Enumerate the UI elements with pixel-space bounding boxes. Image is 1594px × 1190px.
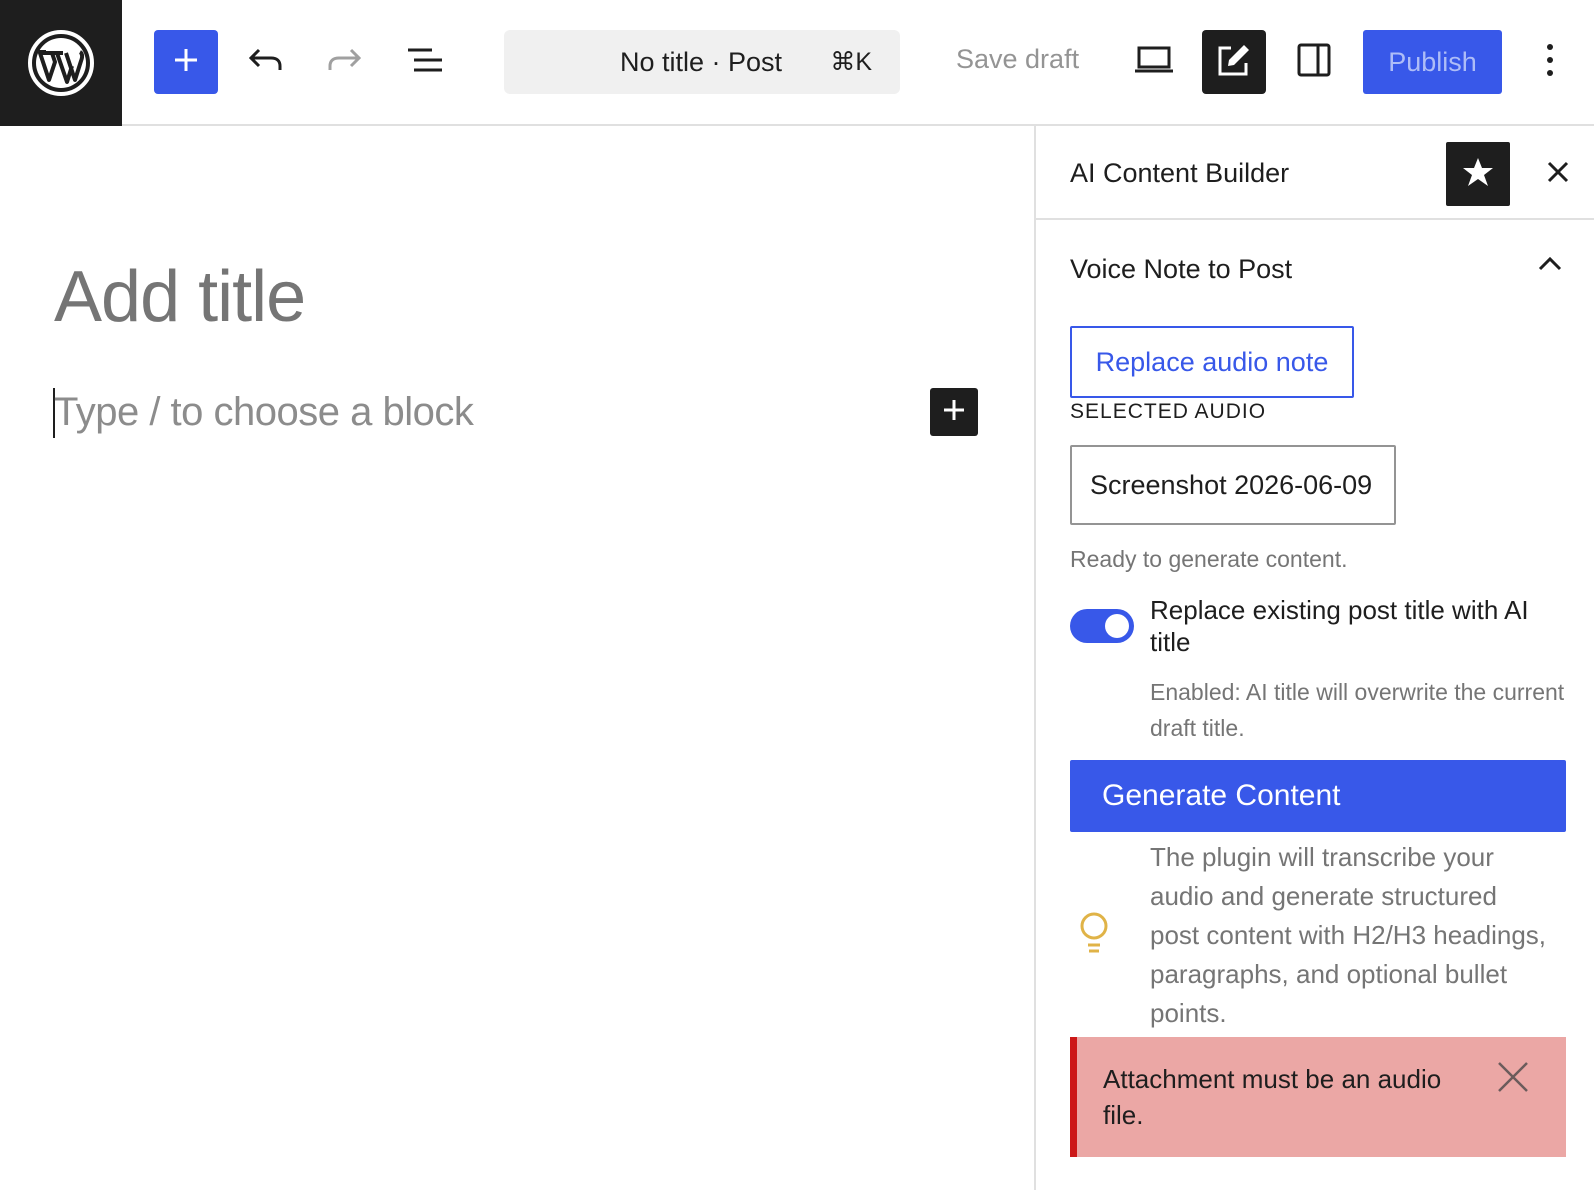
list-view-icon — [406, 46, 444, 79]
laptop-icon — [1133, 45, 1175, 80]
block-inserter-button[interactable] — [930, 388, 978, 436]
star-icon — [1462, 156, 1494, 193]
dismiss-notice-button[interactable] — [1489, 1055, 1537, 1103]
selected-audio-input[interactable] — [1088, 468, 1378, 502]
panel-collapse-button[interactable] — [1526, 242, 1574, 290]
generate-content-button[interactable]: Generate Content — [1070, 760, 1566, 832]
document-title: No title · Post — [620, 46, 783, 77]
sidebar-title: AI Content Builder — [1070, 158, 1290, 188]
replace-title-toggle-label[interactable]: Replace existing post title with AI titl… — [1150, 594, 1570, 658]
lightbulb-icon — [1076, 911, 1112, 955]
redo-button[interactable] — [313, 30, 377, 94]
toggle-knob — [1105, 614, 1129, 638]
settings-sidebar-button[interactable] — [1282, 30, 1346, 94]
sidebar-toggle-icon — [1297, 43, 1331, 82]
undo-button[interactable] — [233, 30, 297, 94]
replace-title-help-text: Enabled: AI title will overwrite the cur… — [1150, 679, 1565, 741]
panel-title[interactable]: Voice Note to Post — [1070, 254, 1292, 285]
editor-canvas: Add title Type / to choose a block — [0, 126, 1036, 1190]
redo-icon — [327, 46, 363, 79]
error-notice: Attachment must be an audio file. — [1070, 1037, 1566, 1157]
command-palette-button[interactable]: No title · Post ⌘K — [504, 30, 900, 94]
options-button[interactable] — [1518, 30, 1582, 94]
status-text: Ready to generate content. — [1070, 546, 1348, 572]
chevron-up-icon — [1537, 256, 1563, 277]
edit-post-icon — [1215, 41, 1253, 84]
sidebar-header: AI Content Builder — [1036, 126, 1594, 220]
wordpress-logo-icon[interactable] — [0, 0, 122, 126]
publish-button[interactable]: Publish — [1363, 30, 1502, 94]
pin-sidebar-button[interactable] — [1446, 142, 1510, 206]
keyboard-shortcut: ⌘K — [830, 48, 872, 76]
selected-audio-label: SELECTED AUDIO — [1070, 400, 1267, 423]
undo-icon — [247, 46, 283, 79]
ai-content-builder-sidebar: AI Content Builder Voice Note to Post Re… — [1036, 126, 1594, 1190]
replace-audio-button[interactable]: Replace audio note — [1070, 326, 1354, 398]
editor-header: No title · Post ⌘K Save draft Publish — [0, 0, 1594, 126]
more-vertical-icon — [1546, 43, 1554, 82]
replace-title-toggle[interactable] — [1070, 609, 1134, 643]
plus-icon — [172, 46, 200, 79]
block-placeholder[interactable]: Type / to choose a block — [54, 390, 474, 435]
selected-audio-field[interactable] — [1070, 445, 1396, 525]
ai-content-builder-button[interactable] — [1202, 30, 1266, 94]
plus-icon — [942, 398, 966, 427]
list-view-button[interactable] — [393, 30, 457, 94]
close-icon — [1496, 1060, 1530, 1099]
error-notice-text: Attachment must be an audio file. — [1103, 1064, 1442, 1130]
post-title-input[interactable]: Add title — [54, 256, 306, 338]
save-draft-button[interactable]: Save draft — [956, 44, 1079, 75]
tip-text: The plugin will transcribe your audio an… — [1150, 842, 1547, 1028]
add-block-button[interactable] — [154, 30, 218, 94]
close-sidebar-button[interactable] — [1526, 142, 1590, 206]
preview-button[interactable] — [1122, 30, 1186, 94]
close-icon — [1546, 160, 1570, 189]
